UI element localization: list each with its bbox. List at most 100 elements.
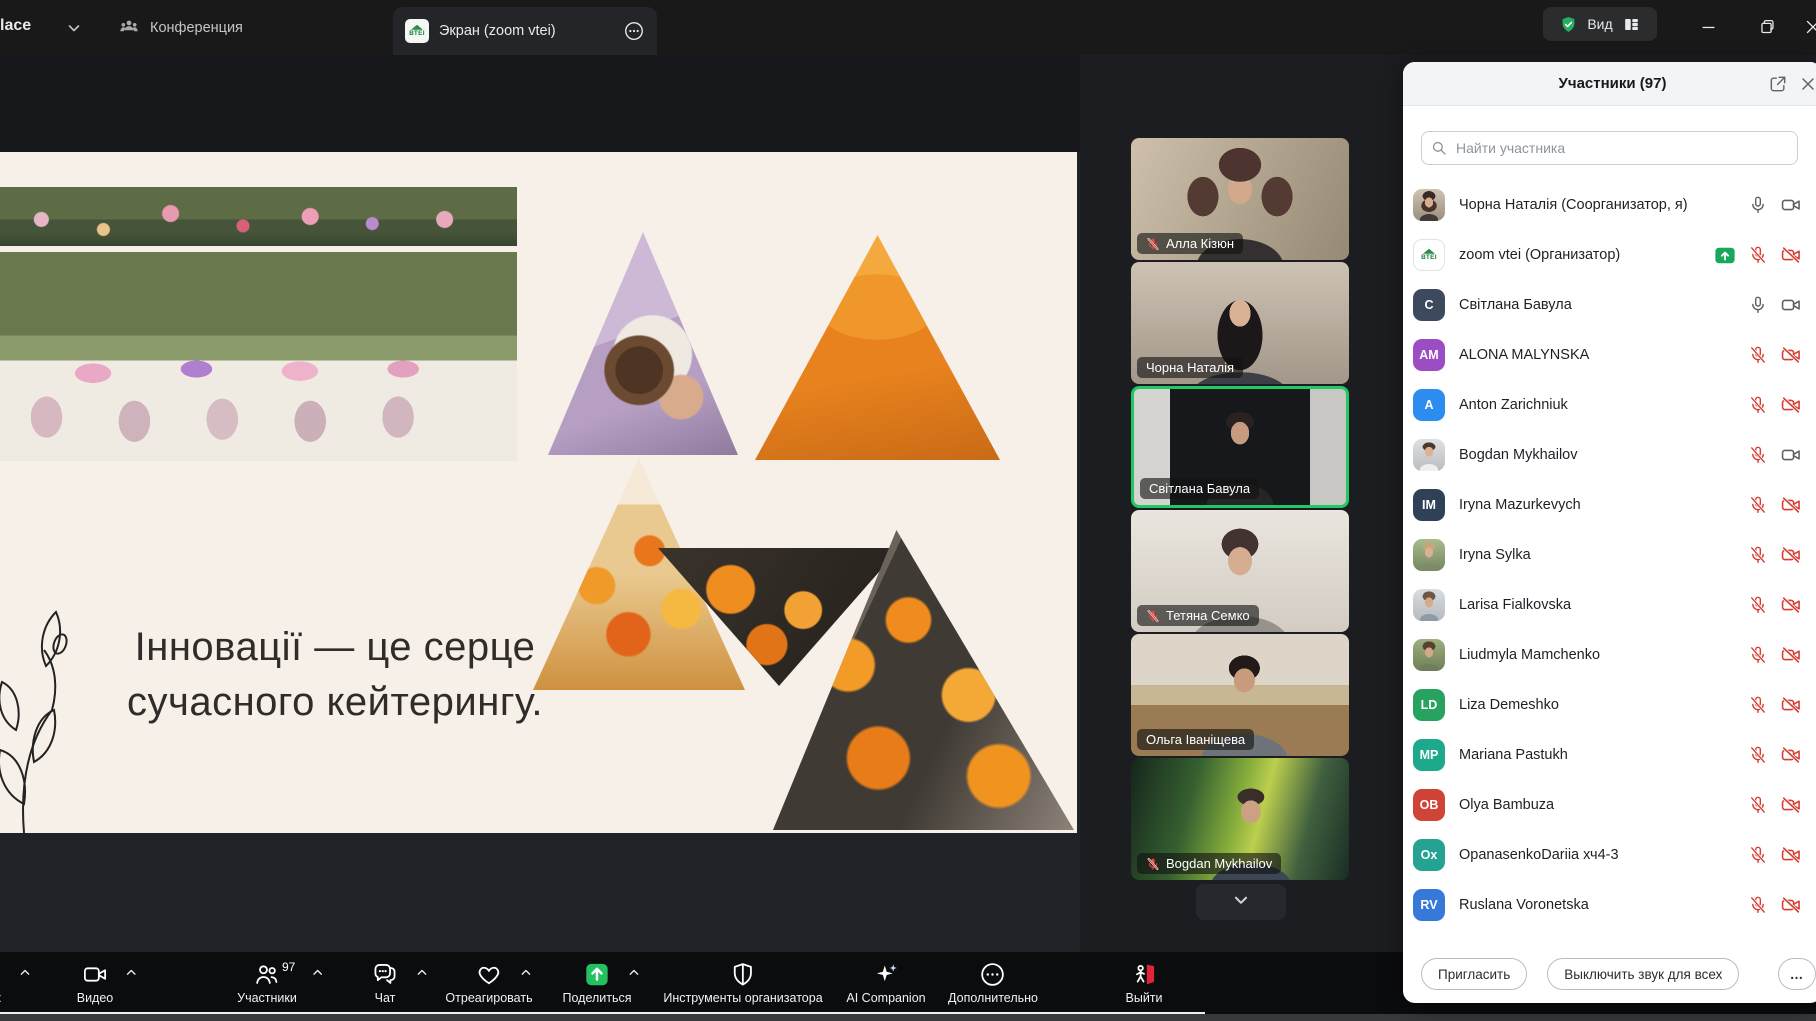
camera-off-icon xyxy=(1780,394,1802,416)
more-options-button[interactable]: … xyxy=(1778,958,1816,990)
video-tile-name-label: Алла Кізюн xyxy=(1137,233,1243,254)
toolbar-item-more[interactable]: Дополнительно xyxy=(948,952,1038,1014)
group-icon xyxy=(118,17,140,39)
participants-footer: Пригласить Выключить звук для всех … xyxy=(1421,958,1816,990)
participant-row[interactable]: MPMariana Pastukh xyxy=(1403,730,1816,780)
toolbar-item-share-screen[interactable]: Поделиться xyxy=(562,952,631,1014)
toolbar-item-heart[interactable]: Отреагировать xyxy=(445,952,532,1014)
video-tile[interactable]: Bogdan Mykhailov xyxy=(1131,758,1349,880)
vtei-logo-avatar: ВТЕІ xyxy=(1413,239,1445,271)
slide-photo-orange-person-triangle xyxy=(755,235,1000,460)
chevron-up-icon[interactable] xyxy=(125,966,138,979)
participant-row[interactable]: Iryna Sylka xyxy=(1403,530,1816,580)
tab-screen-share[interactable]: ВТЕІ Экран (zoom vtei) xyxy=(393,7,657,55)
workspace-menu[interactable]: lace xyxy=(0,17,31,35)
participants-list: Чорна Наталія (Соорганизатор, я) ВТЕІ zoom… xyxy=(1403,180,1816,930)
participant-row[interactable]: Larisa Fialkovska xyxy=(1403,580,1816,630)
avatar xyxy=(1413,589,1445,621)
toolbar-item-microphone[interactable]: Звук xyxy=(0,952,2,1014)
chevron-up-icon[interactable] xyxy=(18,966,31,979)
video-tile[interactable]: Ольга Іваніщева xyxy=(1131,634,1349,756)
minimize-icon xyxy=(1698,16,1720,38)
avatar xyxy=(1413,189,1445,221)
close-panel-button[interactable] xyxy=(1798,74,1816,94)
video-tile[interactable]: Чорна Наталія xyxy=(1131,262,1349,384)
participant-row[interactable]: AMALONA MALYNSKA xyxy=(1403,330,1816,380)
restore-button[interactable] xyxy=(1752,12,1782,42)
participant-row[interactable]: OxOpanasenkoDariia хч4-3 xyxy=(1403,830,1816,880)
minimize-button[interactable] xyxy=(1694,12,1724,42)
participant-status xyxy=(1714,244,1802,266)
participant-row[interactable]: ВТЕІ zoom vtei (Организатор) xyxy=(1403,230,1816,280)
close-icon xyxy=(1798,74,1816,94)
video-tile[interactable]: Тетяна Семко xyxy=(1131,510,1349,632)
participant-row[interactable]: OBOlya Bambuza xyxy=(1403,780,1816,830)
avatar: OB xyxy=(1413,789,1445,821)
invite-button[interactable]: Пригласить xyxy=(1421,958,1527,990)
popout-panel-button[interactable] xyxy=(1768,74,1788,94)
search-participant-field xyxy=(1421,131,1798,165)
toolbar-item-label: Чат xyxy=(375,991,396,1005)
popout-icon xyxy=(1768,74,1788,94)
muted-mic-icon xyxy=(1146,609,1160,623)
participant-status xyxy=(1748,344,1802,366)
presentation-slide: Інновації — це серце сучасного кейтеринг… xyxy=(0,152,1077,833)
participant-row[interactable]: LDLiza Demeshko xyxy=(1403,680,1816,730)
slide-title-line2: сучасного кейтерингу. xyxy=(35,675,635,730)
toolbar-item-sparkle[interactable]: AI Companion xyxy=(846,952,925,1014)
avatar: LD xyxy=(1413,689,1445,721)
video-tile[interactable]: Світлана Бавула xyxy=(1131,386,1349,508)
participant-status xyxy=(1748,394,1802,416)
mic-muted-icon xyxy=(1748,645,1768,665)
participant-status xyxy=(1748,594,1802,616)
search-input[interactable] xyxy=(1421,131,1798,165)
toolbar-item-chat[interactable]: Чат xyxy=(372,952,399,1014)
chevron-up-icon[interactable] xyxy=(627,966,640,979)
search-icon xyxy=(1430,139,1448,157)
camera-icon xyxy=(1780,194,1802,216)
chevron-up-icon[interactable] xyxy=(415,966,428,979)
toolbar-item-video-camera[interactable]: Видео xyxy=(77,952,114,1014)
tab-conference[interactable]: Конференция xyxy=(118,10,243,46)
screen-bottom-strip xyxy=(0,1014,1816,1021)
close-button[interactable] xyxy=(1798,12,1816,42)
participant-row[interactable]: RVRuslana Voronetska xyxy=(1403,880,1816,930)
avatar xyxy=(1413,639,1445,671)
participant-row[interactable]: Liudmyla Mamchenko xyxy=(1403,630,1816,680)
participant-name: OpanasenkoDariia хч4-3 xyxy=(1459,847,1740,863)
view-button[interactable]: Вид xyxy=(1543,7,1657,41)
participant-row[interactable]: IMIryna Mazurkevych xyxy=(1403,480,1816,530)
heart-icon xyxy=(475,961,502,988)
slide-title: Інновації — це серце сучасного кейтеринг… xyxy=(35,620,635,730)
video-tile-name-label: Ольга Іваніщева xyxy=(1137,729,1254,750)
video-tile-name-label: Світлана Бавула xyxy=(1140,478,1259,499)
participant-row[interactable]: Чорна Наталія (Соорганизатор, я) xyxy=(1403,180,1816,230)
view-button-label: Вид xyxy=(1587,16,1612,32)
mute-all-button[interactable]: Выключить звук для всех xyxy=(1547,958,1739,990)
participant-status xyxy=(1748,544,1802,566)
more-participants-button[interactable] xyxy=(1196,884,1286,920)
chevron-up-icon[interactable] xyxy=(311,966,324,979)
tab-options-icon[interactable] xyxy=(623,20,645,42)
participant-row[interactable]: Bogdan Mykhailov xyxy=(1403,430,1816,480)
video-tile[interactable]: Алла Кізюн xyxy=(1131,138,1349,260)
chevron-up-icon[interactable] xyxy=(519,966,532,979)
mic-icon xyxy=(1748,195,1768,215)
tab-conference-label: Конференция xyxy=(150,20,243,36)
participant-name: Bogdan Mykhailov xyxy=(1459,447,1740,463)
toolbar-item-participants[interactable]: 97Участники xyxy=(237,952,297,1014)
participant-name: zoom vtei (Организатор) xyxy=(1459,247,1706,263)
toolbar-item-shield[interactable]: Инструменты организатора xyxy=(663,952,822,1014)
chevron-down-icon[interactable] xyxy=(66,20,82,36)
participant-row[interactable]: AAnton Zarichniuk xyxy=(1403,380,1816,430)
toolbar-item-exit[interactable]: Выйти xyxy=(1125,952,1162,1014)
share-top-chrome xyxy=(0,55,1080,152)
participant-status xyxy=(1748,194,1802,216)
camera-off-icon xyxy=(1780,894,1802,916)
participant-status xyxy=(1748,494,1802,516)
participant-name: Larisa Fialkovska xyxy=(1459,597,1740,613)
muted-mic-icon xyxy=(1146,857,1160,871)
mic-muted-icon xyxy=(1748,495,1768,515)
participant-row[interactable]: CСвітлана Бавула xyxy=(1403,280,1816,330)
screen-sharing-icon xyxy=(1714,246,1736,265)
